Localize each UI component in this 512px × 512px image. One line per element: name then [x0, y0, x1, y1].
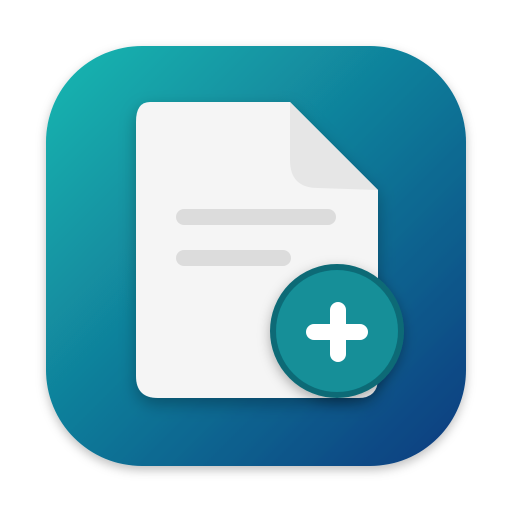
- document-text-line: [176, 209, 336, 225]
- app-icon-canvas: [0, 0, 512, 512]
- new-document-app-icon[interactable]: [0, 0, 512, 512]
- document-text-line: [176, 250, 291, 266]
